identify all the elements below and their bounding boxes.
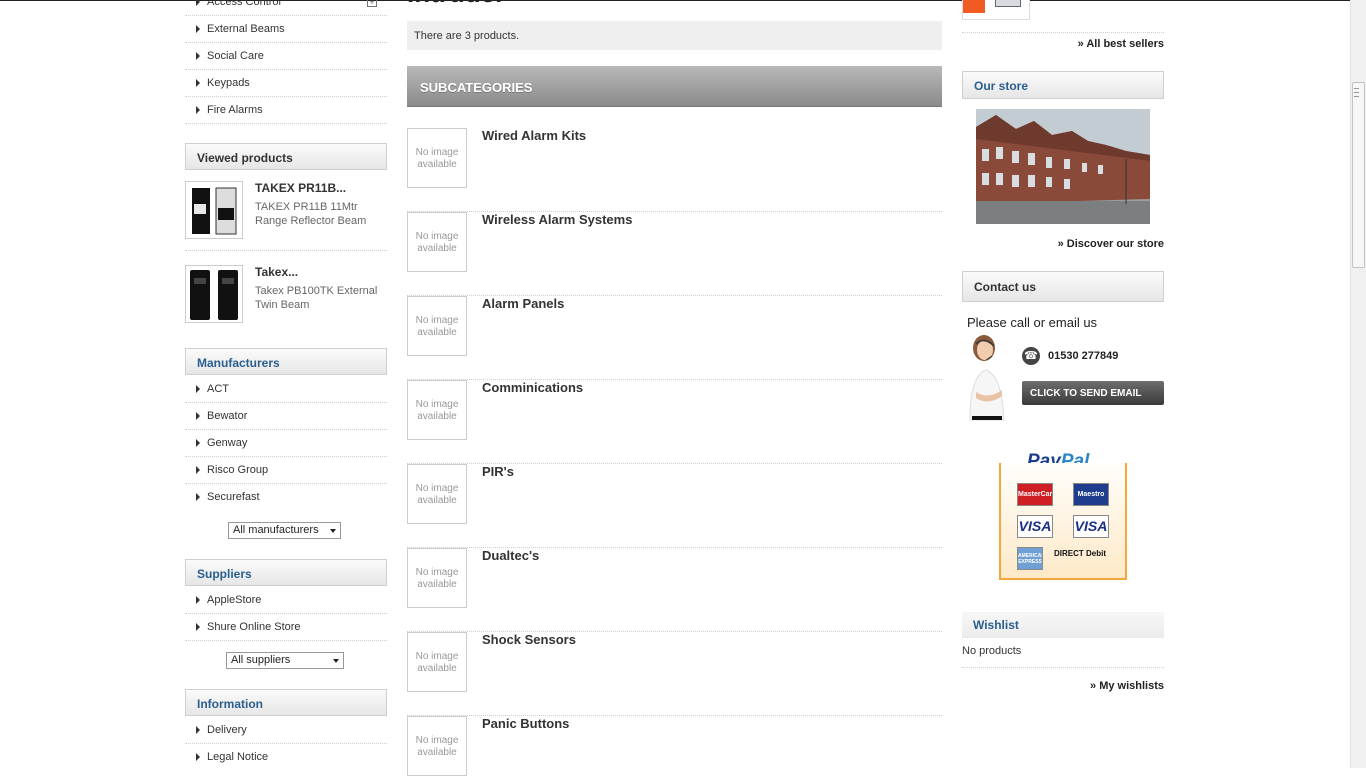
supplier-item[interactable]: AppleStore: [185, 587, 387, 614]
category-item-social-care[interactable]: Social Care: [185, 43, 387, 70]
subcategory-name[interactable]: Wireless Alarm Systems: [482, 212, 632, 227]
no-image-placeholder[interactable]: No image available: [407, 128, 467, 188]
viewed-products-title[interactable]: Viewed products: [185, 143, 387, 170]
bullet-icon: [196, 0, 200, 6]
all-best-sellers-link[interactable]: » All best sellers: [1078, 38, 1164, 50]
dropdown-arrow-icon: [333, 659, 339, 663]
viewed-product-desc: TAKEX PR11B 11Mtr Range Reflector Beam: [255, 201, 367, 227]
bullet-icon: [196, 439, 200, 447]
call-center-operator-image: [962, 330, 1020, 422]
information-item[interactable]: Delivery: [185, 717, 387, 744]
manufacturer-item[interactable]: ACT: [185, 376, 387, 403]
subcategory-item[interactable]: No image available Dualtec's: [407, 548, 942, 632]
category-item-keypads[interactable]: Keypads: [185, 70, 387, 97]
product-thumbnail[interactable]: [185, 265, 243, 323]
my-wishlists-link[interactable]: » My wishlists: [1090, 680, 1164, 692]
bullet-icon: [196, 385, 200, 393]
subcategory-item[interactable]: No image available Comminications: [407, 380, 942, 464]
mastercard-icon: MasterCard: [1017, 483, 1053, 506]
wishlist-empty-text: No products: [962, 645, 1022, 657]
information-item[interactable]: Legal Notice: [185, 744, 387, 771]
scrollbar-thumb[interactable]: [1352, 82, 1365, 268]
subcategory-name[interactable]: PIR's: [482, 464, 514, 479]
viewed-product-name[interactable]: Takex...: [255, 265, 298, 279]
category-item-fire-alarms[interactable]: Fire Alarms: [185, 97, 387, 124]
best-seller-thumbnail[interactable]: [962, 0, 1030, 20]
visa-icon: VISA: [1017, 515, 1053, 538]
no-image-placeholder[interactable]: No image available: [407, 548, 467, 608]
viewed-product-name[interactable]: TAKEX PR11B...: [255, 181, 346, 195]
expand-plus-icon[interactable]: +: [367, 0, 377, 7]
bullet-icon: [196, 726, 200, 734]
viewed-product-item[interactable]: TAKEX PR11B... TAKEX PR11B 11Mtr Range R…: [185, 181, 387, 251]
subcategory-name[interactable]: Shock Sensors: [482, 632, 576, 647]
manufacturer-item[interactable]: Genway: [185, 430, 387, 457]
product-count: There are 3 products.: [407, 21, 942, 50]
subcategories-heading: SUBCATEGORIES: [407, 66, 942, 107]
bullet-icon: [196, 466, 200, 474]
subcategory-item[interactable]: No image available Alarm Panels: [407, 296, 942, 380]
paypal-payment-banner: PayPal MasterCard Maestro VISA VISA AMER…: [999, 449, 1127, 580]
our-store-title[interactable]: Our store: [962, 71, 1164, 99]
manufacturer-item[interactable]: Risco Group: [185, 457, 387, 484]
subcategory-name[interactable]: Dualtec's: [482, 548, 539, 563]
bullet-icon: [196, 623, 200, 631]
bullet-icon: [196, 79, 200, 87]
amex-icon: AMERICAN EXPRESS: [1017, 547, 1043, 570]
dropdown-arrow-icon: [330, 529, 336, 533]
subcategory-item[interactable]: No image available Wired Alarm Kits: [407, 128, 942, 212]
subcategory-item[interactable]: No image available PIR's: [407, 464, 942, 548]
visa-electron-icon: VISA: [1073, 515, 1109, 538]
contact-phone-number: 01530 277849: [1048, 350, 1119, 362]
viewed-product-desc: Takex PB100TK External Twin Beam: [255, 285, 378, 311]
bullet-icon: [196, 25, 200, 33]
contact-us-title[interactable]: Contact us: [962, 271, 1164, 302]
subcategory-name[interactable]: Comminications: [482, 380, 583, 395]
no-image-placeholder[interactable]: No image available: [407, 632, 467, 692]
wishlist-title[interactable]: Wishlist: [962, 612, 1164, 638]
subcategory-name[interactable]: Wired Alarm Kits: [482, 128, 586, 143]
vertical-scrollbar[interactable]: [1350, 0, 1366, 768]
bullet-icon: [196, 412, 200, 420]
page-title: Intruder: [407, 0, 505, 9]
bullet-icon: [196, 753, 200, 761]
subcategory-item[interactable]: No image available Shock Sensors: [407, 632, 942, 716]
discover-store-link[interactable]: » Discover our store: [1058, 238, 1164, 250]
manufacturers-select[interactable]: All manufacturers: [228, 522, 341, 539]
contact-call-text: Please call or email us: [967, 315, 1098, 330]
manufacturer-item[interactable]: Bewator: [185, 403, 387, 430]
product-thumbnail[interactable]: [185, 181, 243, 239]
supplier-item[interactable]: Shure Online Store: [185, 614, 387, 641]
bullet-icon: [196, 52, 200, 60]
subcategory-item[interactable]: No image available Panic Buttons: [407, 716, 942, 776]
subcategory-name[interactable]: Panic Buttons: [482, 716, 569, 731]
no-image-placeholder[interactable]: No image available: [407, 380, 467, 440]
information-title[interactable]: Information: [185, 689, 387, 716]
category-item-external-beams[interactable]: External Beams: [185, 16, 387, 43]
no-image-placeholder[interactable]: No image available: [407, 212, 467, 272]
store-photo[interactable]: [976, 109, 1150, 224]
subcategory-item[interactable]: No image available Wireless Alarm System…: [407, 212, 942, 296]
no-image-placeholder[interactable]: No image available: [407, 464, 467, 524]
bullet-icon: [196, 596, 200, 604]
direct-debit-icon: DIRECT Debit: [1054, 549, 1106, 558]
category-item-access-control[interactable]: Access Control +: [185, 0, 387, 16]
no-image-placeholder[interactable]: No image available: [407, 716, 467, 776]
bullet-icon: [196, 106, 200, 114]
send-email-button[interactable]: CLICK TO SEND EMAIL: [1022, 381, 1164, 405]
phone-icon: ☎: [1022, 347, 1040, 365]
suppliers-title[interactable]: Suppliers: [185, 559, 387, 586]
maestro-icon: Maestro: [1073, 483, 1109, 506]
manufacturers-title[interactable]: Manufacturers: [185, 348, 387, 375]
viewed-product-item[interactable]: Takex... Takex PB100TK External Twin Bea…: [185, 265, 387, 335]
manufacturer-item[interactable]: Securefast: [185, 484, 387, 511]
suppliers-select[interactable]: All suppliers: [226, 652, 344, 669]
no-image-placeholder[interactable]: No image available: [407, 296, 467, 356]
subcategory-name[interactable]: Alarm Panels: [482, 296, 564, 311]
bullet-icon: [196, 493, 200, 501]
scrollbar-grip-icon: [1354, 88, 1359, 97]
